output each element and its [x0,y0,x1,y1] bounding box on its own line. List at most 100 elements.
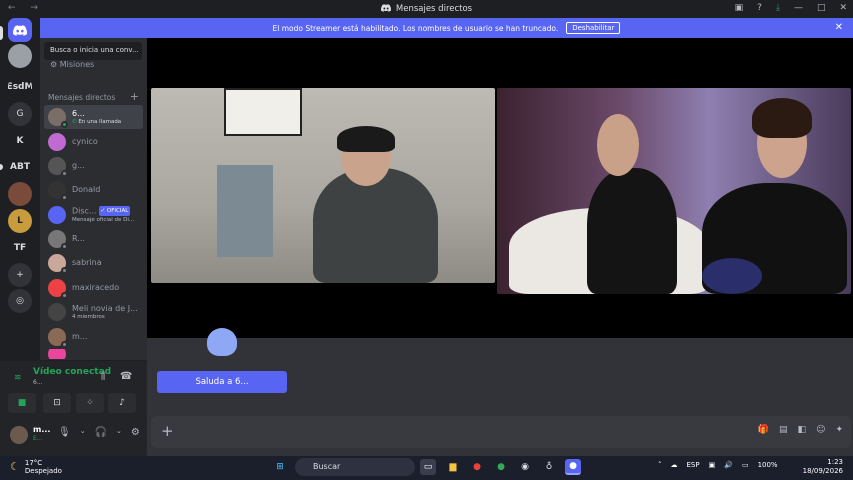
title-bar: ← → Mensajes directos ▣ ? ⤓ — □ ✕ [0,0,853,18]
language-indicator[interactable]: ESP [687,461,700,469]
person-head [597,114,639,176]
avatar [48,303,66,321]
soundboard-button[interactable]: ♪ [108,393,136,413]
server-avatar[interactable] [8,182,32,206]
message-composer[interactable]: + 🎁 ▤ ◧ ☺ ✦ [151,416,851,448]
lightbulb-app-icon[interactable]: ♁ [541,459,557,475]
start-button[interactable]: ⊞ [272,459,288,475]
maximize-button[interactable]: □ [817,3,826,13]
wumpus-icon [207,328,237,356]
task-view-icon[interactable]: ▭ [420,459,436,475]
missions-icon: ⚙ [50,60,58,69]
voice-channel: 6... [33,379,43,386]
update-download-icon[interactable]: ⤓ [776,3,780,13]
video-tile-left[interactable] [151,88,495,283]
dm-item[interactable]: Disc... ✓ OFICIAL Mensaje oficial de Di..… [44,203,143,227]
activities-button[interactable]: ⁘ [76,393,104,413]
dm-item[interactable]: sabrina [44,251,143,275]
screen-share-button[interactable]: ⊡ [43,393,71,413]
gif-icon[interactable]: ▤ [779,425,788,435]
chevron-down-icon[interactable]: ⌄ [116,427,122,438]
server-esdm[interactable]: EsdM [8,75,32,99]
search-conversation-input[interactable]: Busca o inicia una conv... [44,42,142,60]
dm-name: maxiracedo [72,283,120,292]
server-league-icon[interactable]: L [8,209,32,233]
home-button[interactable] [8,18,32,42]
moon-icon: ☾ [10,460,20,473]
volume-icon[interactable]: 🔊 [724,461,733,469]
clock[interactable]: 1:23 18/09/2026 [803,458,843,476]
server-g[interactable]: G [8,102,32,126]
chrome-profile-icon[interactable]: ● [493,459,509,475]
video-tile-right[interactable] [497,88,851,294]
noise-suppression-icon[interactable]: ⫼ [101,372,105,382]
display-icon[interactable]: ▣ [709,461,716,469]
dm-item[interactable]: cynico [44,130,143,154]
dm-name: cynico [72,137,98,146]
cloud-icon[interactable]: ☁ [671,461,678,469]
dm-item[interactable] [44,349,143,359]
sticker-icon[interactable]: ◧ [798,425,807,435]
discord-taskbar-icon[interactable]: ● [565,459,581,475]
dm-item[interactable]: Donald [44,178,143,202]
avatar [48,328,68,348]
help-icon[interactable]: ? [757,3,762,13]
github-icon[interactable]: ◉ [517,459,533,475]
battery-level: 100% [757,461,778,469]
settings-gear-icon[interactable]: ⚙ [131,427,140,438]
avatar [48,206,66,224]
dm-avatar-unread[interactable] [8,44,32,68]
taskbar-search[interactable]: Buscar [295,458,415,476]
disable-streamer-button[interactable]: Deshabilitar [566,22,621,34]
headphones-icon[interactable]: 🎧 [95,427,107,438]
dm-item[interactable]: 6... ✆ En una llamada [44,105,143,129]
show-hidden-icons[interactable]: ˄ [658,461,662,469]
missions-label: Misiones [59,60,95,69]
say-hi-button[interactable]: Saluda a 6... [157,371,287,393]
dm-item[interactable]: maxiracedo [44,276,143,300]
add-server-icon[interactable]: + [8,263,32,287]
weather-widget[interactable]: ☾ 17°C Despejado [10,459,62,475]
chevron-down-icon[interactable]: ⌄ [80,427,86,438]
minimize-button[interactable]: — [794,3,803,13]
clock-time: 1:23 [827,458,843,466]
microphone-icon[interactable]: 🎙 [58,427,71,438]
taskbar-search-label: Buscar [313,462,341,471]
user-avatar[interactable] [10,426,28,444]
chrome-icon[interactable]: ● [469,459,485,475]
battery-icon[interactable]: ▭ [742,461,749,469]
user-name[interactable]: m... [33,425,50,434]
speaker-object [702,258,762,294]
dm-item[interactable]: R... [44,227,143,251]
server-abt[interactable]: ABT [8,155,32,179]
avatar [48,157,68,177]
missions-link[interactable]: ⚙ Misiones [50,60,94,69]
person-body [587,168,677,294]
attach-plus-icon[interactable]: + [161,422,174,440]
close-banner-icon[interactable]: ✕ [835,22,843,33]
voice-status[interactable]: Vídeo conectad [33,367,111,377]
history-nav-buttons[interactable]: ← → [8,3,44,13]
dm-item[interactable]: Meli novia de J... 4 miembros [44,300,143,324]
gift-icon[interactable]: 🎁 [758,425,769,435]
camera-icon: ■ [17,398,27,408]
disconnect-call-icon[interactable]: ☎ [120,371,132,382]
create-dm-icon[interactable]: + [130,90,139,103]
explore-compass-icon[interactable]: ◎ [8,289,32,313]
server-k[interactable]: K [8,129,32,153]
server-tf[interactable]: TF [8,236,32,260]
person-body [313,168,438,283]
close-window-button[interactable]: ✕ [839,3,847,13]
activities-icon: ⁘ [86,398,94,408]
file-explorer-icon[interactable]: ▆ [445,459,461,475]
camera-button[interactable]: ■ [8,393,36,413]
emoji-icon[interactable]: ☺ [816,425,825,435]
person-hair [752,98,812,138]
dm-item[interactable]: m... [44,325,143,349]
dm-name: m... [72,332,88,341]
apps-icon[interactable]: ✦ [835,425,843,435]
dm-item[interactable]: g... [44,154,143,178]
inbox-icon[interactable]: ▣ [735,3,744,13]
window-controls: ▣ ? ⤓ — □ ✕ [735,3,847,13]
signal-icon[interactable]: ≋ [14,373,22,383]
